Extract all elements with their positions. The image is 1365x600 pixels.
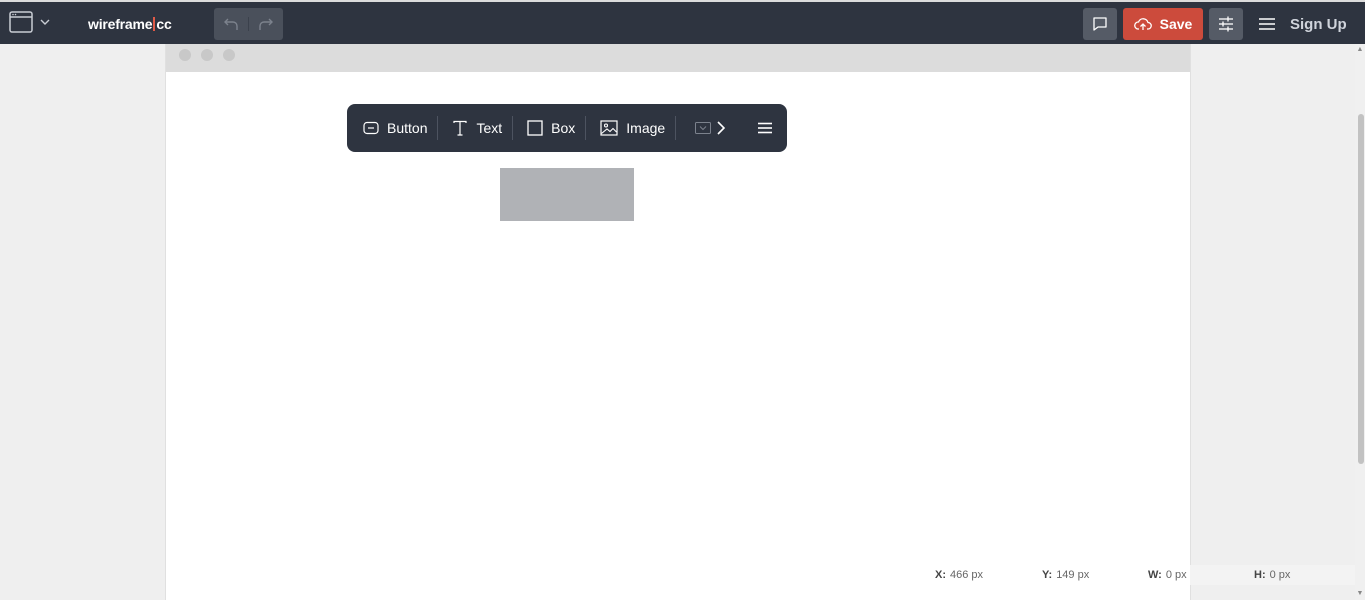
add-box-tool[interactable]: Box — [525, 104, 585, 152]
tool-label: Image — [626, 120, 666, 136]
add-image-tool[interactable]: Image — [598, 104, 675, 152]
sign-up-link[interactable]: Sign Up — [1290, 14, 1347, 34]
window-dot — [201, 49, 213, 61]
undo-redo-group — [214, 8, 283, 40]
chevron-right-icon[interactable] — [717, 121, 725, 135]
undo-icon — [224, 18, 238, 30]
toolbar-divider — [675, 116, 677, 140]
window-dot — [223, 49, 235, 61]
status-h: H: 0 px — [1254, 569, 1291, 581]
hamburger-menu-icon[interactable] — [755, 118, 775, 138]
hamburger-menu-icon[interactable] — [1255, 12, 1279, 36]
text-icon — [453, 120, 468, 136]
toolbar-divider — [585, 116, 587, 140]
app-logo: wireframe cc — [88, 14, 172, 34]
redo-button[interactable] — [248, 17, 283, 31]
logo-text-left: wireframe — [88, 16, 153, 32]
scroll-down-arrow[interactable]: ▼ — [1356, 590, 1364, 598]
image-icon — [600, 120, 618, 136]
tool-label: Text — [476, 120, 503, 136]
browser-window-icon[interactable] — [8, 10, 34, 34]
toolbar-divider — [437, 116, 439, 140]
tool-label: Box — [551, 120, 576, 136]
settings-button[interactable] — [1209, 8, 1243, 40]
scrollbar-thumb[interactable] — [1358, 114, 1364, 464]
button-icon — [363, 121, 379, 135]
save-button[interactable]: Save — [1123, 8, 1203, 40]
design-canvas[interactable]: Button Text Box Image — [165, 44, 1191, 600]
placeholder-box-element[interactable] — [500, 168, 634, 221]
element-toolbar: Button Text Box Image — [347, 104, 787, 152]
sliders-icon — [1219, 16, 1233, 32]
scroll-up-arrow[interactable]: ▲ — [1356, 46, 1364, 54]
comment-button[interactable] — [1083, 8, 1117, 40]
top-bar: wireframe cc Save Sign Up — [0, 0, 1365, 44]
logo-text-right: cc — [156, 16, 172, 32]
save-button-label: Save — [1159, 16, 1193, 32]
toolbar-divider — [512, 116, 514, 140]
chevron-down-icon[interactable] — [38, 14, 52, 30]
add-button-tool[interactable]: Button — [361, 104, 437, 152]
more-tools[interactable] — [695, 118, 735, 138]
dropdown-icon — [695, 122, 711, 134]
logo-separator — [153, 17, 156, 31]
status-x: X: 466 px — [935, 569, 984, 581]
tool-label: Button — [387, 120, 428, 136]
add-text-tool[interactable]: Text — [450, 104, 512, 152]
redo-icon — [259, 18, 273, 30]
status-w: W: 0 px — [1148, 569, 1187, 581]
comment-icon — [1093, 17, 1107, 31]
box-icon — [527, 120, 543, 136]
status-y: Y: 149 px — [1042, 569, 1090, 581]
window-dot — [179, 49, 191, 61]
vertical-scrollbar[interactable]: ▲ ▼ — [1355, 44, 1365, 600]
cloud-upload-icon — [1133, 18, 1152, 30]
browser-chrome-bar — [166, 44, 1190, 72]
undo-button[interactable] — [214, 17, 248, 31]
